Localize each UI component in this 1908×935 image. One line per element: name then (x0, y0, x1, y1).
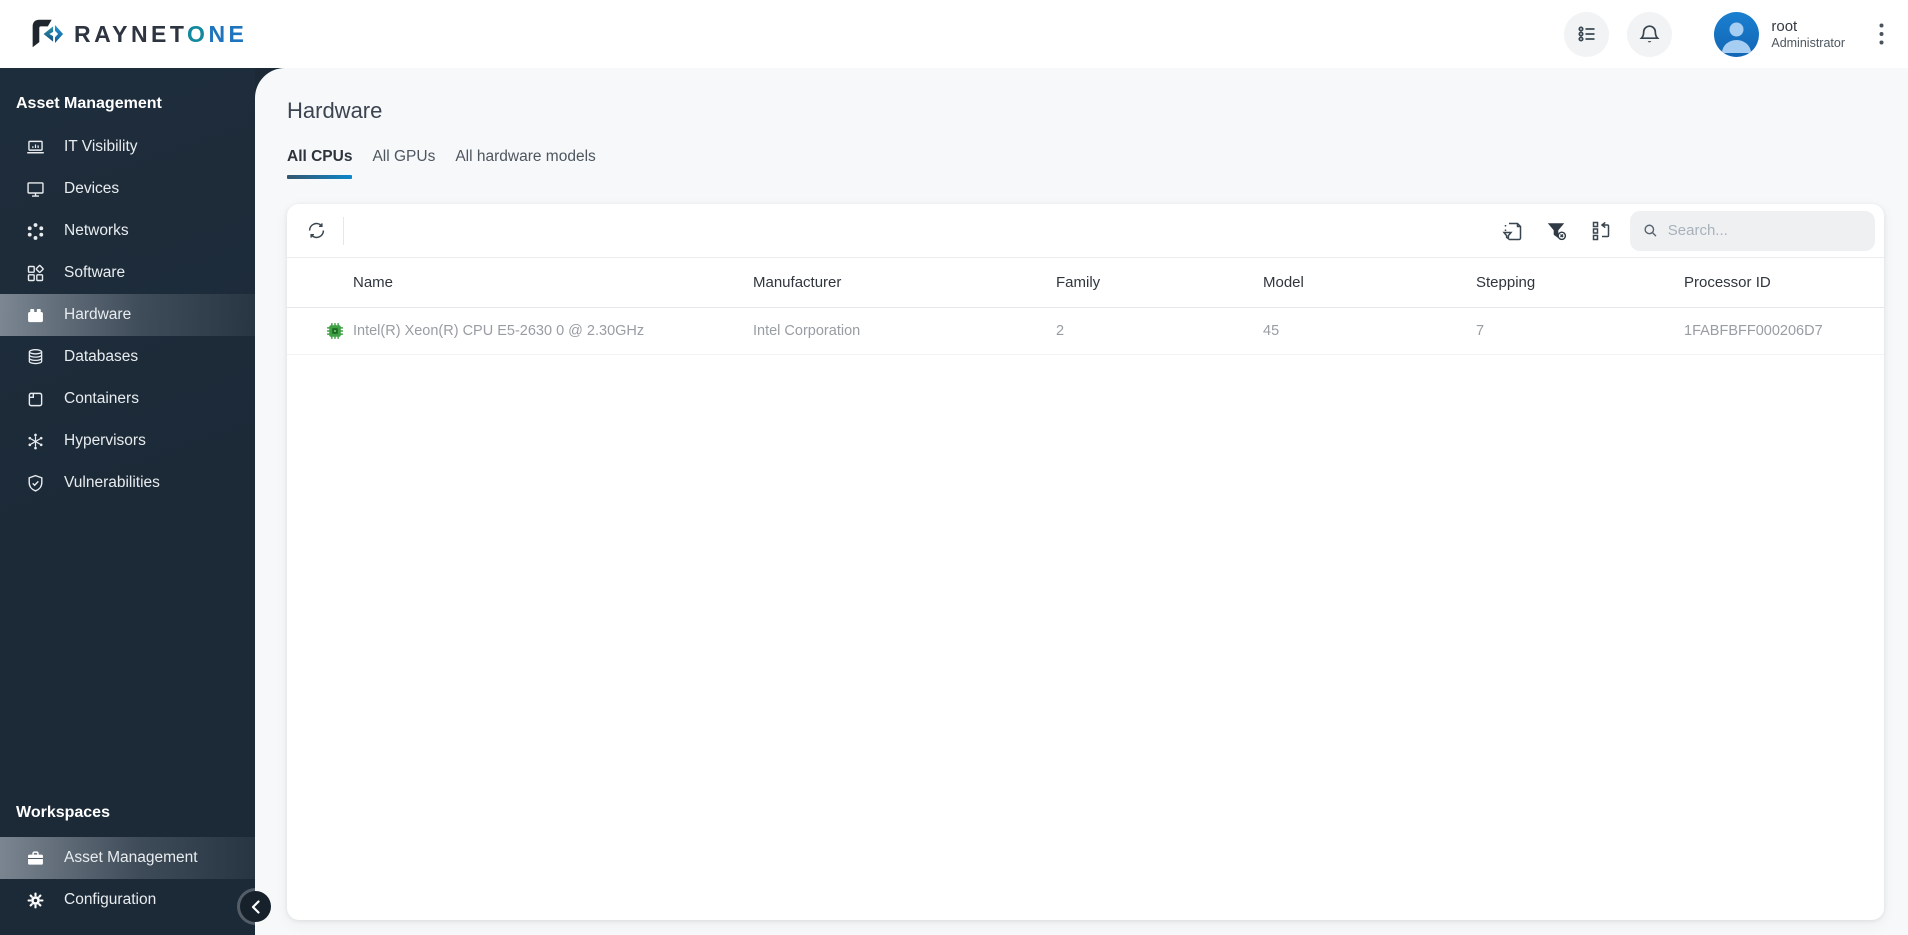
sidebar-item-label: Vulnerabilities (64, 474, 160, 491)
search-icon (1644, 224, 1657, 237)
raynet-logo: RAYNETONE (26, 15, 247, 53)
tab-bar: All CPUs All GPUs All hardware models (287, 148, 596, 179)
user-menu[interactable]: root Administrator (1714, 11, 1845, 57)
workspaces-section: Workspaces Asset Management Configuratio… (0, 801, 255, 921)
column-header-model[interactable]: Model (1263, 274, 1476, 291)
data-grid-card: Name Manufacturer Family Model Stepping … (287, 204, 1884, 920)
search-box (1630, 210, 1875, 251)
sidebar-item-label: Devices (64, 180, 120, 197)
user-text: root Administrator (1771, 18, 1845, 51)
hardware-case-icon (24, 304, 46, 326)
laptop-chart-icon (24, 136, 46, 158)
raynet-logo-mark (32, 19, 64, 48)
sidebar-item-label: Databases (64, 348, 139, 365)
brand-word-o: O (187, 20, 209, 47)
refresh-button[interactable] (297, 212, 335, 250)
person-icon (1722, 22, 1752, 53)
hub-spokes-icon (24, 430, 46, 452)
notifications-button[interactable] (1627, 11, 1673, 57)
sidebar-item-hypervisors[interactable]: Hypervisors (0, 420, 255, 462)
clear-filter-icon (1547, 222, 1567, 240)
table-header-row: Name Manufacturer Family Model Stepping … (287, 258, 1884, 308)
container-box-icon (24, 388, 46, 410)
table-row[interactable]: Intel(R) Xeon(R) CPU E5-2630 0 @ 2.30GHz… (287, 308, 1884, 355)
squares-diamond-icon (24, 262, 46, 284)
clear-filter-button[interactable] (1538, 212, 1576, 250)
sidebar-item-label: Hypervisors (64, 432, 146, 449)
toolbar-divider (343, 216, 344, 245)
network-ring-icon (24, 220, 46, 242)
avatar (1714, 11, 1760, 57)
cell-family: 2 (1056, 323, 1065, 339)
user-name: root (1771, 17, 1798, 35)
gear-icon (24, 889, 46, 911)
column-header-family[interactable]: Family (1056, 274, 1263, 291)
brand-word-ne: NE (208, 20, 248, 47)
column-header-stepping[interactable]: Stepping (1476, 274, 1684, 291)
bell-icon (1639, 24, 1660, 42)
tab-all-hardware-models[interactable]: All hardware models (455, 148, 595, 175)
kebab-icon (1879, 23, 1884, 45)
filter-document-icon (1502, 222, 1522, 240)
sidebar-item-containers[interactable]: Containers (0, 378, 255, 420)
sidebar: Asset Management IT Visibility Devices N… (0, 68, 255, 935)
sidebar-item-databases[interactable]: Databases (0, 336, 255, 378)
sidebar-item-vulnerabilities[interactable]: Vulnerabilities (0, 462, 255, 504)
cell-manufacturer: Intel Corporation (753, 323, 861, 339)
workspace-item-label: Asset Management (64, 849, 198, 866)
cell-name: Intel(R) Xeon(R) CPU E5-2630 0 @ 2.30GHz (353, 323, 645, 339)
column-chooser-icon (1592, 221, 1610, 240)
row-icon-cell (287, 322, 353, 340)
chevron-left-icon (251, 899, 260, 914)
search-input[interactable] (1667, 222, 1863, 239)
cell-stepping: 7 (1476, 323, 1485, 339)
sidebar-item-it-visibility[interactable]: IT Visibility (0, 126, 255, 168)
sidebar-item-networks[interactable]: Networks (0, 210, 255, 252)
cell-model: 45 (1263, 323, 1280, 339)
workspaces-title: Workspaces (16, 804, 110, 821)
column-chooser-button[interactable] (1582, 212, 1620, 250)
sidebar-item-label: Software (64, 264, 126, 281)
page-title: Hardware (287, 98, 383, 123)
brand-word-primary: RAYNET (74, 20, 188, 47)
sidebar-item-label: IT Visibility (64, 138, 138, 155)
column-header-name[interactable]: Name (353, 274, 753, 291)
sidebar-collapse-button[interactable] (240, 891, 271, 922)
cpu-chip-icon (327, 323, 343, 339)
sidebar-section-title: Asset Management (16, 95, 162, 112)
column-header-manufacturer[interactable]: Manufacturer (753, 274, 1056, 291)
refresh-icon (308, 222, 324, 239)
database-stack-icon (24, 346, 46, 368)
briefcase-icon (24, 847, 46, 869)
sidebar-item-software[interactable]: Software (0, 252, 255, 294)
sidebar-item-hardware[interactable]: Hardware (0, 294, 255, 336)
user-role: Administrator (1771, 35, 1845, 50)
list-icon (1578, 26, 1595, 42)
tab-all-cpus[interactable]: All CPUs (287, 148, 353, 179)
column-header-processor-id[interactable]: Processor ID (1684, 274, 1884, 291)
brand-wordmark: RAYNETONE (74, 21, 247, 48)
workspace-item-label: Configuration (64, 891, 157, 908)
sidebar-nav: IT Visibility Devices Networks Software … (0, 126, 255, 504)
sidebar-item-devices[interactable]: Devices (0, 168, 255, 210)
monitor-icon (24, 178, 46, 200)
sidebar-item-label: Networks (64, 222, 129, 239)
shield-check-icon (24, 472, 46, 494)
kebab-menu-button[interactable] (1875, 17, 1888, 51)
sidebar-item-label: Hardware (64, 306, 132, 323)
topbar: RAYNETONE root Administrator (0, 0, 1908, 68)
cell-processor-id: 1FABFBFF000206D7 (1684, 323, 1823, 339)
workspace-item-asset-management[interactable]: Asset Management (0, 837, 255, 879)
activity-list-button[interactable] (1564, 11, 1610, 57)
sidebar-item-label: Containers (64, 390, 139, 407)
topbar-actions: root Administrator (1546, 11, 1892, 57)
app-shell: Asset Management IT Visibility Devices N… (0, 68, 1908, 935)
workspace-item-configuration[interactable]: Configuration (0, 879, 255, 921)
tab-all-gpus[interactable]: All GPUs (372, 148, 435, 175)
main-content: Hardware All CPUs All GPUs All hardware … (255, 68, 1908, 935)
filter-builder-button[interactable] (1494, 212, 1532, 250)
grid-toolbar (287, 204, 1884, 258)
